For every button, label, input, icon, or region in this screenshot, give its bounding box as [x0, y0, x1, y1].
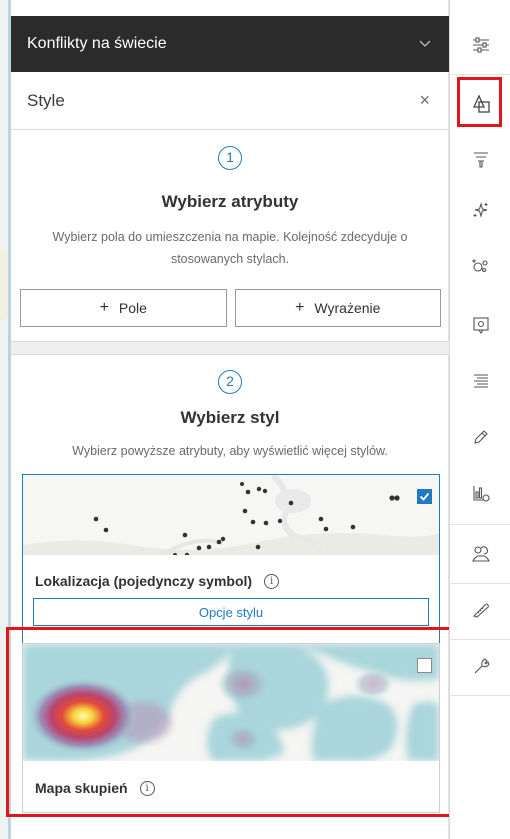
- map-edge: [0, 0, 11, 839]
- heatmap-preview-map: [23, 644, 439, 761]
- section-divider: [11, 341, 449, 355]
- charts-icon[interactable]: [450, 464, 510, 522]
- style-card-heatmap[interactable]: Mapa skupień i: [22, 643, 440, 813]
- step-1-description: Wybierz pola do umieszczenia na mapie. K…: [52, 230, 408, 266]
- style-panel-content: 1 Wybierz atrybuty Wybierz pola do umies…: [11, 130, 449, 839]
- layer-title: Konflikty na świecie: [27, 35, 167, 52]
- style-checkbox-heatmap[interactable]: [417, 658, 432, 673]
- info-icon[interactable]: i: [264, 573, 280, 589]
- style-panel-title: Style: [27, 90, 65, 110]
- step-2-number: 2: [218, 370, 242, 394]
- plus-icon: +: [99, 299, 109, 316]
- chevron-down-icon[interactable]: [419, 37, 431, 51]
- step-2: 2 Wybierz styl Wybierz powyższe atrybuty…: [11, 370, 449, 462]
- style-card-heatmap-label: Mapa skupień i: [35, 780, 155, 796]
- layer-header[interactable]: Konflikty na świecie: [11, 16, 449, 72]
- effects-icon[interactable]: [450, 181, 510, 239]
- clustering-icon[interactable]: [450, 237, 510, 295]
- measure-icon[interactable]: [450, 581, 510, 639]
- add-expression-button[interactable]: + Wyrażenie: [234, 289, 441, 327]
- info-icon[interactable]: i: [139, 780, 155, 796]
- style-card-location[interactable]: Lokalizacja (pojedynczy symbol) i Opcje …: [22, 474, 440, 644]
- right-toolbar: [449, 0, 510, 839]
- attribute-buttons: + Pole + Wyrażenie: [20, 289, 441, 327]
- step-2-description: Wybierz powyższe atrybuty, aby wyświetli…: [72, 444, 388, 458]
- step-1-title: Wybierz atrybuty: [161, 192, 299, 211]
- panel-top-gap: [11, 0, 449, 16]
- properties-icon[interactable]: [450, 16, 510, 74]
- app-root: Konflikty na świecie Style × 1 Wybierz a…: [0, 0, 510, 839]
- plus-icon: +: [295, 299, 305, 316]
- sketch-icon[interactable]: [450, 525, 510, 583]
- style-checkbox-location[interactable]: [417, 489, 432, 504]
- add-field-button[interactable]: + Pole: [20, 289, 227, 327]
- popups-icon[interactable]: [450, 296, 510, 354]
- location-preview-map: [23, 475, 439, 555]
- step-2-title: Wybierz styl: [180, 408, 280, 427]
- styles-icon[interactable]: [450, 75, 510, 133]
- style-options-button[interactable]: Opcje stylu: [33, 598, 429, 626]
- style-card-location-label: Lokalizacja (pojedynczy symbol) i: [35, 573, 280, 589]
- step-1-number: 1: [218, 146, 242, 170]
- style-panel-header: Style ×: [11, 72, 449, 130]
- labels-icon[interactable]: [450, 352, 510, 410]
- configure-icon[interactable]: [450, 637, 510, 695]
- step-1: 1 Wybierz atrybuty Wybierz pola do umies…: [11, 146, 449, 270]
- edit-icon[interactable]: [450, 408, 510, 466]
- close-icon[interactable]: ×: [419, 90, 430, 111]
